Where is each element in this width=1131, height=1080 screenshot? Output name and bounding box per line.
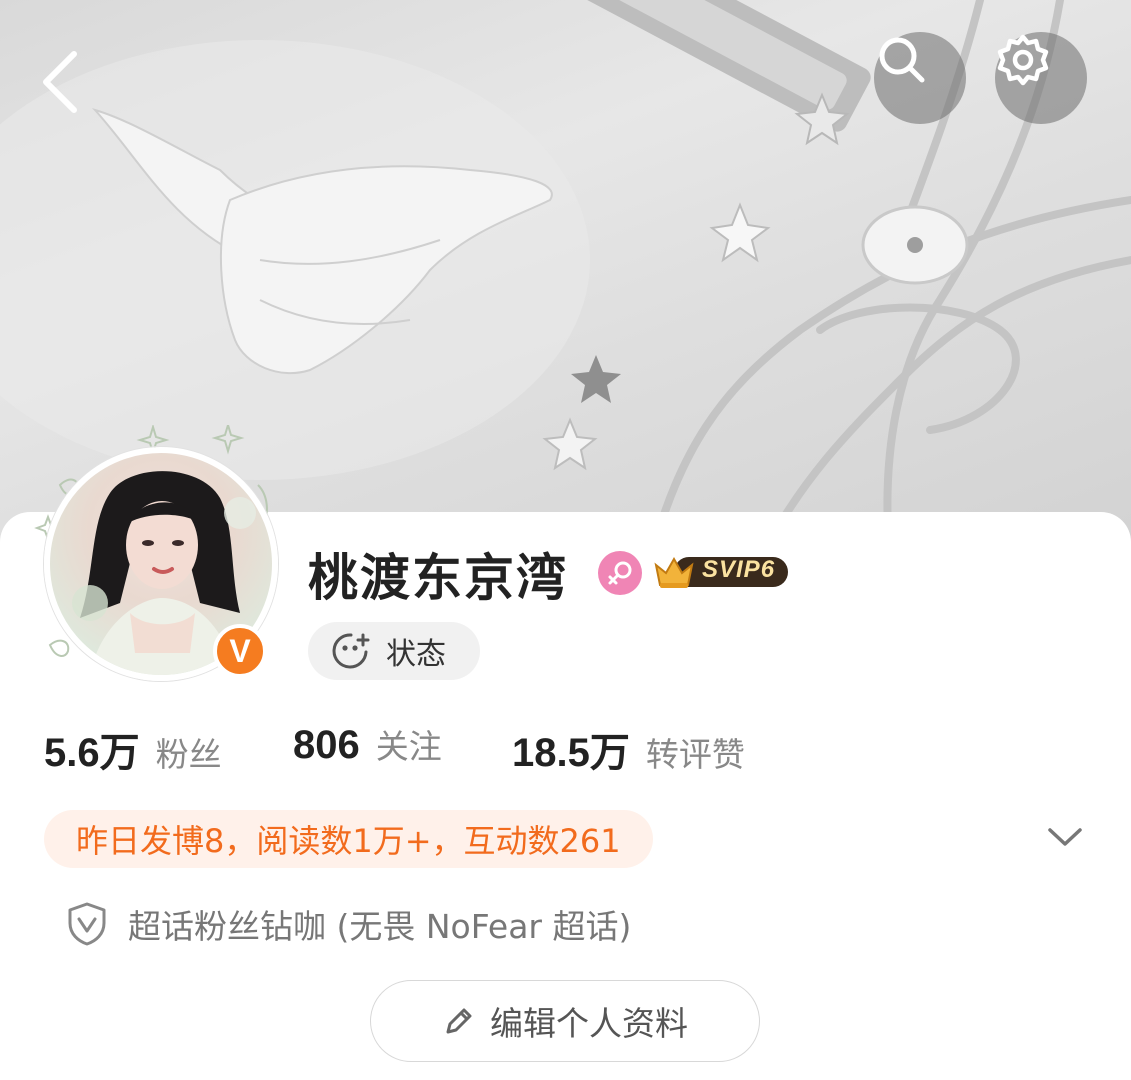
supertopic-badge[interactable]: 超话粉丝钻咖 (无畏 NoFear 超话): [66, 900, 631, 948]
edit-profile-label: 编辑个人资料: [490, 1004, 688, 1043]
gear-icon: [997, 34, 1049, 86]
pencil-icon: [446, 1008, 472, 1034]
svip-badge-label: SVIP6: [702, 556, 776, 583]
interactions-count: 18.5万: [512, 731, 630, 775]
verified-badge[interactable]: V: [213, 624, 267, 678]
female-icon: [598, 551, 642, 595]
settings-button[interactable]: [995, 32, 1087, 124]
followers-label: 粉丝: [155, 735, 222, 774]
stat-followers[interactable]: 5.6万 粉丝: [44, 720, 222, 778]
supertopic-label: 超话粉丝钻咖 (无畏 NoFear 超话): [128, 907, 632, 946]
interactions-label: 转评赞: [645, 735, 745, 774]
following-label: 关注: [375, 727, 442, 766]
following-count: 806: [293, 723, 360, 767]
back-button[interactable]: [30, 40, 94, 120]
followers-count: 5.6万: [44, 731, 140, 775]
shield-icon: [68, 902, 106, 946]
search-button[interactable]: [874, 32, 966, 124]
star-decorations: [542, 92, 850, 471]
stat-following[interactable]: 806 关注: [293, 720, 442, 768]
username: 桃渡东京湾: [308, 549, 568, 607]
edit-profile-button[interactable]: 编辑个人资料: [370, 980, 760, 1062]
status-label: 状态: [386, 637, 446, 672]
search-icon: [879, 37, 925, 83]
chevron-down-icon[interactable]: [1046, 822, 1084, 852]
back-arrow-icon: [43, 51, 77, 113]
status-button[interactable]: 状态: [308, 622, 480, 680]
activity-summary[interactable]: 昨日发博8，阅读数1万+，互动数261: [44, 810, 653, 868]
stat-reposts-likes[interactable]: 18.5万 转评赞: [512, 720, 745, 778]
add-status-icon: [332, 633, 370, 669]
